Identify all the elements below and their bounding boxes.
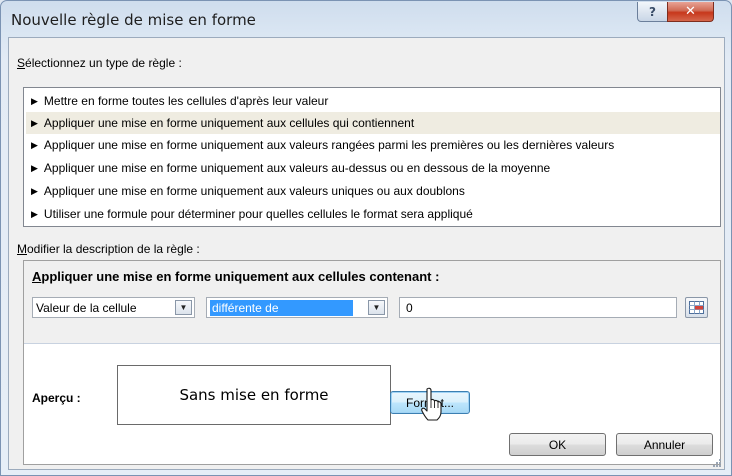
rule-type-item-label: Appliquer une mise en forme uniquement a… [43, 116, 415, 130]
condition-type-select[interactable]: Valeur de la cellule ▼ [32, 297, 195, 318]
help-icon: ? [649, 4, 656, 19]
rule-type-item-selected[interactable]: ▶ Appliquer une mise en forme uniquement… [26, 112, 720, 134]
rule-type-item[interactable]: ▶ Appliquer une mise en forme uniquement… [26, 180, 720, 202]
rule-type-label-text: électionnez un type de règle : [25, 56, 182, 70]
rule-type-item-label: Appliquer une mise en forme uniquement a… [43, 161, 551, 175]
description-label-text: odifier la description de la règle : [27, 242, 200, 256]
description-label-mnemonic: M [17, 242, 27, 256]
preview-box: Sans mise en forme [117, 365, 391, 425]
resize-grip-icon[interactable] [711, 457, 722, 468]
condition-type-value: Valeur de la cellule [36, 301, 137, 315]
operator-select[interactable]: différente de ▼ [206, 297, 388, 318]
cancel-button-label: Annuler [643, 437, 686, 452]
dialog-window: Nouvelle règle de mise en forme ? ✕ Séle… [0, 0, 732, 476]
dialog-title: Nouvelle règle de mise en forme [11, 11, 256, 29]
help-button[interactable]: ? [637, 2, 668, 22]
triangle-right-icon: ▶ [31, 208, 38, 219]
chevron-down-icon[interactable]: ▼ [368, 300, 385, 315]
triangle-right-icon: ▶ [31, 139, 38, 150]
mouse-cursor-icon [421, 387, 442, 421]
close-button[interactable]: ✕ [667, 2, 714, 22]
rule-type-item[interactable]: ▶ Mettre en forme toutes les cellules d'… [26, 90, 720, 112]
value-input-text: 0 [406, 301, 413, 315]
triangle-right-icon: ▶ [31, 185, 38, 196]
rule-type-item-label: Appliquer une mise en forme uniquement a… [43, 138, 615, 152]
condition-area: Appliquer une mise en forme uniquement a… [24, 261, 720, 344]
cancel-button[interactable]: Annuler [616, 433, 713, 456]
rule-type-label: Sélectionnez un type de règle : [17, 56, 182, 70]
title-bar[interactable]: Nouvelle règle de mise en forme ? ✕ [1, 1, 731, 37]
value-input[interactable]: 0 [399, 297, 677, 318]
condition-heading-mnemonic: A [32, 269, 42, 284]
preview-text: Sans mise en forme [179, 386, 329, 404]
triangle-right-icon: ▶ [31, 95, 38, 106]
ok-button-label: OK [548, 437, 567, 452]
ok-button[interactable]: OK [509, 433, 606, 456]
rule-type-list[interactable]: ▶ Mettre en forme toutes les cellules d'… [23, 87, 721, 227]
description-label: Modifier la description de la règle : [17, 242, 200, 256]
close-icon: ✕ [685, 4, 696, 19]
triangle-right-icon: ▶ [31, 117, 38, 128]
dialog-body: Sélectionnez un type de règle : ▶ Mettre… [8, 37, 725, 470]
rule-type-item[interactable]: ▶ Utiliser une formule pour déterminer p… [26, 203, 720, 225]
preview-label: Aperçu : [32, 391, 81, 405]
rule-type-item[interactable]: ▶ Appliquer une mise en forme uniquement… [26, 157, 720, 179]
cell-reference-button[interactable] [685, 297, 708, 318]
chevron-down-icon[interactable]: ▼ [175, 300, 192, 315]
rule-type-item[interactable]: ▶ Appliquer une mise en forme uniquement… [26, 134, 720, 156]
condition-heading: Appliquer une mise en forme uniquement a… [32, 269, 439, 284]
operator-value: différente de [210, 300, 353, 316]
triangle-right-icon: ▶ [31, 162, 38, 173]
rule-type-item-label: Utiliser une formule pour déterminer pou… [43, 207, 473, 221]
rule-type-label-mnemonic: S [17, 56, 26, 70]
range-select-icon [689, 301, 704, 314]
rule-type-item-label: Appliquer une mise en forme uniquement a… [43, 184, 465, 198]
condition-heading-text: ppliquer une mise en forme uniquement au… [41, 269, 440, 284]
rule-type-item-label: Mettre en forme toutes les cellules d'ap… [43, 94, 329, 108]
